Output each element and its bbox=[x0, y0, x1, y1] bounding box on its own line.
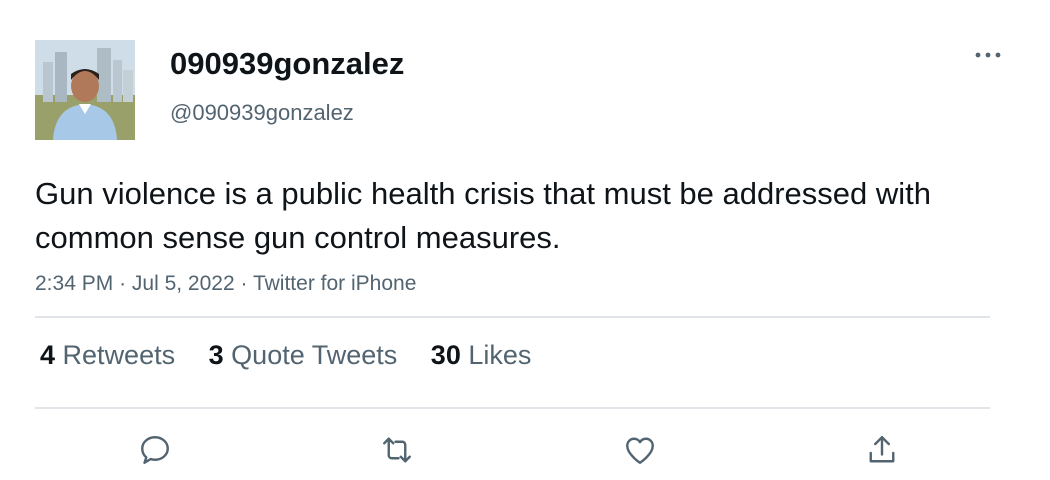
tweet-stats: 4 Retweets 3 Quote Tweets 30 Likes bbox=[40, 340, 557, 371]
display-name[interactable]: 090939gonzalez bbox=[170, 46, 404, 82]
tweet-text: Gun violence is a public health crisis t… bbox=[35, 176, 932, 255]
avatar[interactable] bbox=[35, 40, 135, 140]
like-icon[interactable] bbox=[618, 428, 662, 472]
retweets-stat[interactable]: 4 Retweets bbox=[40, 340, 175, 371]
quote-tweets-count: 3 bbox=[208, 340, 224, 370]
likes-stat[interactable]: 30 Likes bbox=[431, 340, 532, 371]
tweet-source[interactable]: Twitter for iPhone bbox=[253, 272, 416, 295]
retweet-icon[interactable] bbox=[375, 428, 419, 472]
user-handle[interactable]: @090939gonzalez bbox=[170, 100, 354, 126]
action-bar bbox=[35, 428, 990, 472]
profile-photo-icon bbox=[35, 40, 135, 140]
likes-count: 30 bbox=[430, 340, 461, 370]
tweet-meta: 2:34 PM · Jul 5, 2022 · Twitter for iPho… bbox=[35, 272, 416, 296]
divider bbox=[35, 316, 990, 318]
retweets-count: 4 bbox=[40, 340, 56, 370]
more-dots-icon[interactable] bbox=[973, 40, 1003, 70]
meta-separator: · bbox=[240, 272, 248, 295]
divider bbox=[35, 407, 990, 409]
meta-separator: · bbox=[119, 272, 127, 295]
quote-tweets-stat[interactable]: 3 Quote Tweets bbox=[209, 340, 398, 371]
tweet-date[interactable]: Jul 5, 2022 bbox=[132, 272, 235, 295]
tweet-time[interactable]: 2:34 PM bbox=[35, 272, 113, 295]
share-icon[interactable] bbox=[860, 428, 904, 472]
quote-tweets-label: Quote Tweets bbox=[231, 340, 398, 370]
likes-label: Likes bbox=[468, 340, 532, 370]
reply-icon[interactable] bbox=[133, 428, 177, 472]
retweets-label: Retweets bbox=[62, 340, 176, 370]
